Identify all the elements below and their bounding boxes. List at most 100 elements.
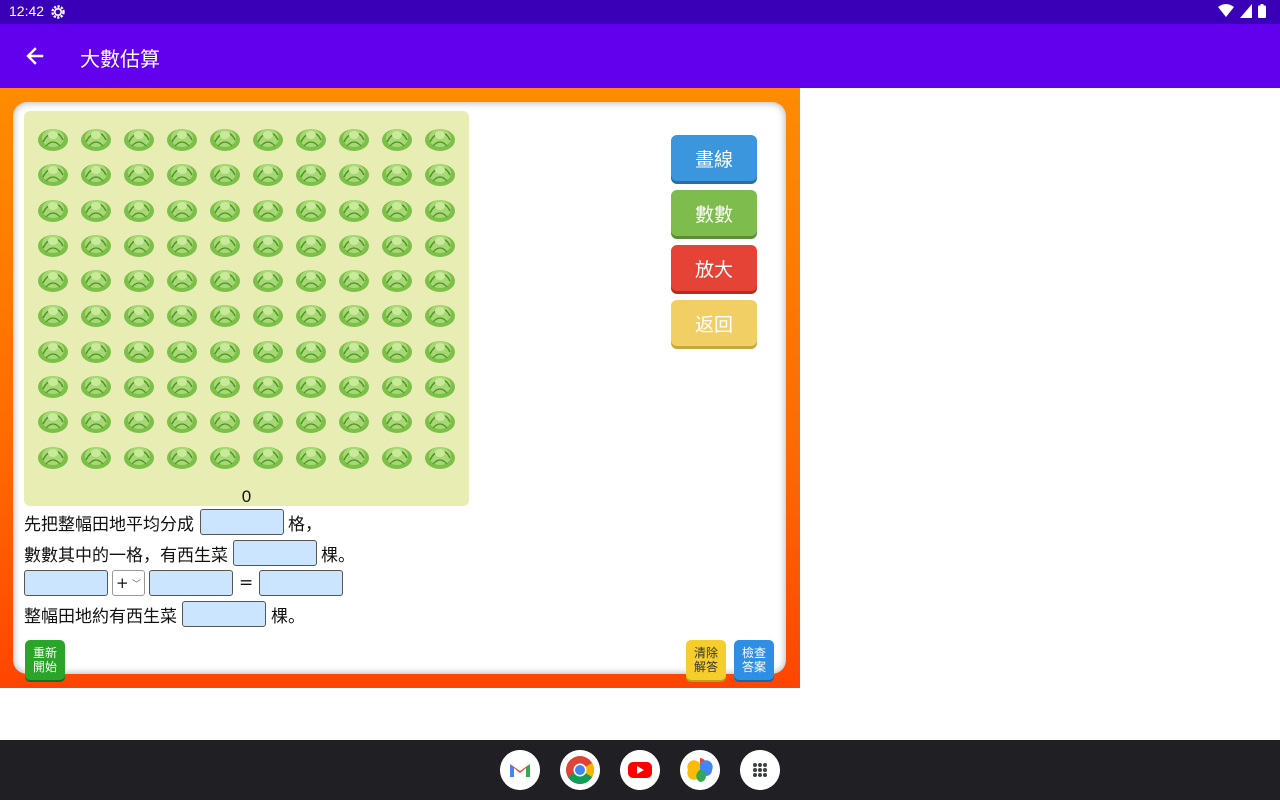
cabbage-icon — [423, 226, 457, 260]
cabbage-icon — [165, 332, 199, 366]
app-bar: 大數估算 — [0, 24, 1280, 88]
cabbage-icon — [36, 155, 70, 189]
cabbage-icon — [380, 296, 414, 330]
cabbage-icon — [79, 438, 113, 472]
check-answers-button[interactable]: 檢查 答案 — [734, 640, 774, 680]
youtube-icon[interactable] — [620, 750, 660, 790]
cabbage-icon — [294, 332, 328, 366]
cabbage-grid — [36, 120, 457, 472]
cabbage-icon — [294, 120, 328, 154]
cabbage-icon — [337, 332, 371, 366]
equation-operand-2[interactable] — [149, 570, 233, 596]
cabbage-icon — [251, 332, 285, 366]
cabbage-icon — [79, 296, 113, 330]
app-drawer-icon[interactable] — [740, 750, 780, 790]
back-arrow-icon[interactable] — [22, 44, 50, 68]
cabbage-icon — [251, 367, 285, 401]
cabbage-icon — [423, 296, 457, 330]
cabbage-icon — [294, 261, 328, 295]
cabbage-icon — [251, 155, 285, 189]
cabbage-icon — [165, 402, 199, 436]
cabbage-icon — [251, 438, 285, 472]
cabbage-icon — [423, 155, 457, 189]
cabbage-icon — [337, 296, 371, 330]
cabbage-icon — [79, 191, 113, 225]
photos-icon[interactable] — [680, 750, 720, 790]
cabbage-icon — [208, 120, 242, 154]
count-button[interactable]: 數數 — [671, 190, 757, 236]
instruction-line-1: 先把整幅田地平均分成 格， — [24, 509, 322, 535]
return-button[interactable]: 返回 — [671, 300, 757, 346]
line1-prefix: 先把整幅田地平均分成 — [24, 514, 194, 535]
cell-cabbage-input[interactable] — [233, 540, 317, 566]
cabbage-icon — [36, 332, 70, 366]
cabbage-icon — [380, 261, 414, 295]
cabbage-icon — [208, 155, 242, 189]
app-title: 大數估算 — [80, 47, 160, 71]
line2-suffix: 棵。 — [321, 545, 355, 566]
cabbage-icon — [423, 191, 457, 225]
cabbage-icon — [208, 261, 242, 295]
clear-answers-button[interactable]: 清除 解答 — [686, 640, 726, 680]
cabbage-icon — [380, 402, 414, 436]
cabbage-icon — [122, 191, 156, 225]
game-panel: 0 畫線 數數 放大 返回 先把整幅田地平均分成 格， 數數其中的一格，有西生菜… — [13, 102, 786, 680]
cabbage-icon — [208, 226, 242, 260]
restart-label: 重新 開始 — [32, 646, 57, 674]
cabbage-icon — [79, 261, 113, 295]
cabbage-icon — [380, 332, 414, 366]
cabbage-icon — [165, 120, 199, 154]
equals-sign: = — [239, 573, 254, 593]
cabbage-icon — [165, 367, 199, 401]
cabbage-icon — [208, 296, 242, 330]
cabbage-icon — [165, 191, 199, 225]
cabbage-icon — [423, 438, 457, 472]
cabbage-icon — [79, 367, 113, 401]
restart-button[interactable]: 重新 開始 — [25, 640, 65, 680]
wifi-icon — [1218, 4, 1234, 17]
cabbage-icon — [337, 191, 371, 225]
cabbage-icon — [294, 438, 328, 472]
cabbage-icon — [122, 120, 156, 154]
cabbage-icon — [380, 191, 414, 225]
gmail-icon[interactable] — [500, 750, 540, 790]
cabbage-icon — [423, 332, 457, 366]
cabbage-icon — [423, 367, 457, 401]
status-bar: 12:42 — [0, 0, 1280, 24]
cabbage-icon — [122, 402, 156, 436]
total-cabbage-input[interactable] — [182, 601, 266, 627]
cabbage-icon — [36, 296, 70, 330]
cabbage-icon — [122, 367, 156, 401]
grid-count-input[interactable] — [200, 509, 284, 535]
operator-select[interactable]: + ﹀ — [112, 570, 145, 596]
cabbage-icon — [165, 226, 199, 260]
cabbage-icon — [337, 402, 371, 436]
line4-suffix: 棵。 — [271, 606, 305, 627]
chrome-icon[interactable] — [560, 750, 600, 790]
equation-operand-1[interactable] — [24, 570, 108, 596]
zoom-button[interactable]: 放大 — [671, 245, 757, 291]
clear-label: 清除 解答 — [693, 646, 718, 674]
cabbage-icon — [79, 332, 113, 366]
cabbage-field[interactable]: 0 — [24, 111, 469, 506]
cabbage-icon — [337, 367, 371, 401]
draw-lines-button[interactable]: 畫線 — [671, 135, 757, 181]
cabbage-icon — [79, 402, 113, 436]
equation-line: + ﹀ = — [24, 570, 344, 596]
cabbage-icon — [251, 191, 285, 225]
cabbage-icon — [36, 438, 70, 472]
status-icons — [1218, 4, 1266, 18]
cabbage-icon — [251, 226, 285, 260]
cabbage-icon — [380, 438, 414, 472]
cabbage-icon — [251, 120, 285, 154]
cabbage-icon — [79, 226, 113, 260]
cabbage-icon — [208, 332, 242, 366]
cabbage-icon — [337, 226, 371, 260]
cabbage-icon — [165, 155, 199, 189]
settings-gear-icon — [51, 5, 65, 19]
cabbage-icon — [165, 438, 199, 472]
taskbar — [0, 740, 1280, 800]
equation-result[interactable] — [259, 570, 344, 596]
cabbage-icon — [380, 120, 414, 154]
status-time: 12:42 — [9, 3, 45, 19]
